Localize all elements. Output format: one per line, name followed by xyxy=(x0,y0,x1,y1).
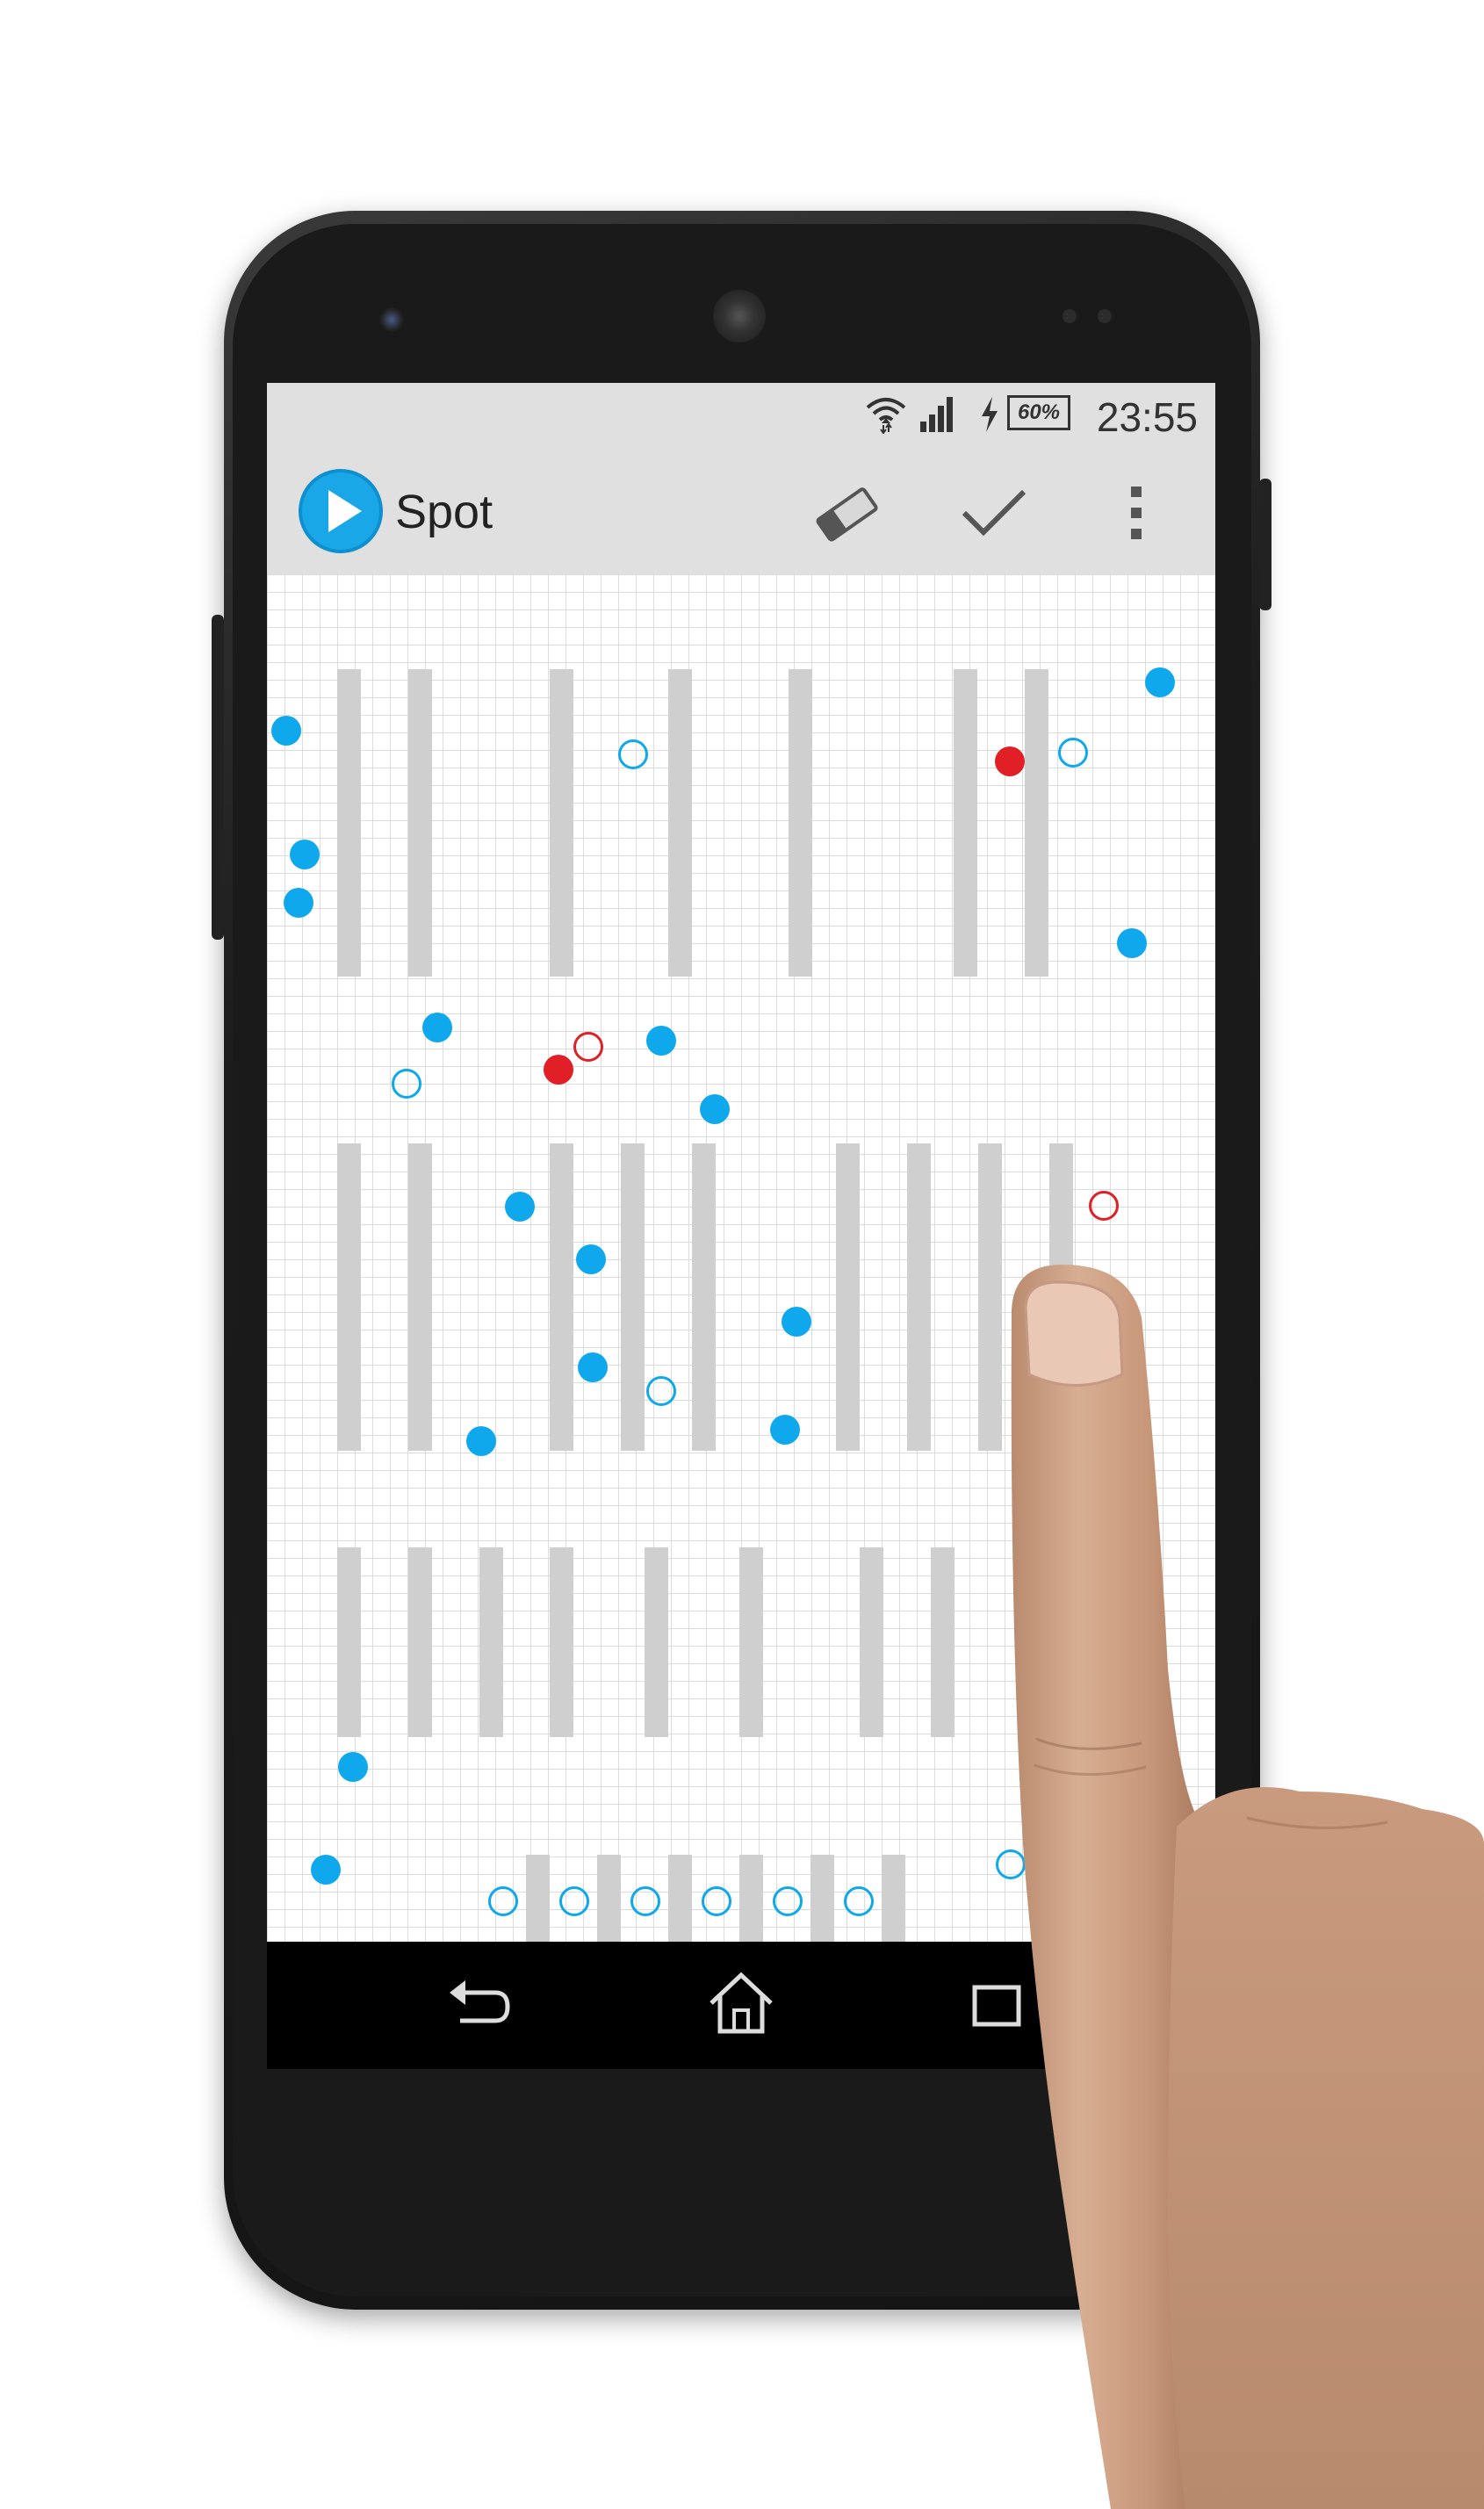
blue-dot[interactable] xyxy=(646,1026,676,1056)
app-title: Spot xyxy=(395,486,493,538)
front-camera xyxy=(379,307,404,332)
blue-dot[interactable] xyxy=(466,1426,496,1456)
action-bar: Spot xyxy=(267,448,1215,574)
proximity-sensor xyxy=(1063,309,1077,323)
blue-ring[interactable] xyxy=(488,1886,518,1916)
gray-bar xyxy=(526,1855,550,1942)
blue-dot[interactable] xyxy=(1117,928,1147,958)
navigation-bar xyxy=(267,1942,1215,2069)
battery-indicator: 60% xyxy=(1007,395,1070,430)
earpiece-speaker xyxy=(713,290,766,342)
power-button xyxy=(1259,479,1271,610)
blue-dot[interactable] xyxy=(576,1244,606,1274)
gray-bar xyxy=(692,1143,716,1451)
red-ring[interactable] xyxy=(1089,1191,1119,1221)
gray-bar xyxy=(408,669,432,977)
gray-bar xyxy=(645,1547,668,1737)
gray-bar xyxy=(408,1547,432,1737)
home-icon[interactable] xyxy=(706,1970,776,2037)
gray-bar xyxy=(337,1547,361,1737)
screen: 60% 23:55 Spot xyxy=(267,383,1215,1942)
red-ring[interactable] xyxy=(573,1032,603,1062)
red-dot[interactable] xyxy=(995,746,1025,776)
gray-bar xyxy=(550,1547,573,1737)
gray-bar xyxy=(789,669,812,977)
blue-dot[interactable] xyxy=(700,1094,730,1124)
gray-bar xyxy=(836,1143,860,1451)
gray-bar xyxy=(668,1855,692,1942)
blue-dot[interactable] xyxy=(505,1192,535,1222)
blue-dot[interactable] xyxy=(271,716,301,746)
blue-ring[interactable] xyxy=(559,1886,589,1916)
gray-bar xyxy=(882,1855,905,1942)
app-logo-icon[interactable] xyxy=(299,469,383,553)
gray-bar xyxy=(337,1143,361,1451)
gray-bar xyxy=(1025,669,1048,977)
status-bar: 60% 23:55 xyxy=(267,383,1215,448)
blue-ring[interactable] xyxy=(618,739,648,769)
gray-bar xyxy=(550,669,573,977)
signal-icon xyxy=(920,397,953,432)
charging-icon xyxy=(982,397,998,432)
gray-bar xyxy=(408,1143,432,1451)
clock: 23:55 xyxy=(1096,394,1198,440)
recents-icon[interactable] xyxy=(969,1977,1031,2033)
drawing-canvas[interactable] xyxy=(267,574,1215,1942)
gray-bar xyxy=(954,669,977,977)
back-icon[interactable] xyxy=(443,1977,513,2033)
eraser-icon[interactable] xyxy=(811,483,882,544)
blue-ring[interactable] xyxy=(844,1886,874,1916)
gray-bar xyxy=(739,1855,763,1942)
blue-dot[interactable] xyxy=(284,888,313,918)
overflow-menu-icon[interactable] xyxy=(1127,485,1145,541)
red-dot[interactable] xyxy=(544,1055,573,1085)
gray-bar xyxy=(978,1143,1002,1451)
blue-dot[interactable] xyxy=(770,1415,800,1445)
light-sensor xyxy=(1098,309,1112,323)
gray-bar xyxy=(739,1547,763,1737)
blue-ring[interactable] xyxy=(996,1849,1026,1879)
blue-dot[interactable] xyxy=(422,1013,452,1042)
blue-dot[interactable] xyxy=(311,1855,341,1885)
gray-bar xyxy=(550,1143,573,1451)
gray-bar xyxy=(337,669,361,977)
gray-bar xyxy=(479,1547,503,1737)
blue-ring[interactable] xyxy=(773,1886,803,1916)
blue-dot[interactable] xyxy=(1145,667,1175,697)
gray-bar xyxy=(597,1855,621,1942)
gray-bar xyxy=(668,669,692,977)
gray-bar xyxy=(810,1855,834,1942)
gray-bar xyxy=(931,1547,955,1737)
blue-ring[interactable] xyxy=(1058,738,1088,768)
volume-button xyxy=(212,615,224,940)
blue-dot[interactable] xyxy=(290,840,320,869)
blue-dot[interactable] xyxy=(338,1752,368,1782)
blue-dot[interactable] xyxy=(782,1307,811,1337)
blue-ring[interactable] xyxy=(646,1376,676,1406)
check-icon[interactable] xyxy=(961,487,1027,539)
blue-dot[interactable] xyxy=(578,1352,608,1382)
gray-bar xyxy=(907,1143,931,1451)
blue-ring[interactable] xyxy=(702,1886,731,1916)
gray-bar xyxy=(621,1143,645,1451)
gray-bar xyxy=(1049,1143,1073,1381)
blue-ring[interactable] xyxy=(630,1886,660,1916)
blue-ring[interactable] xyxy=(392,1069,421,1099)
wifi-icon xyxy=(866,398,906,434)
gray-bar xyxy=(860,1547,883,1737)
